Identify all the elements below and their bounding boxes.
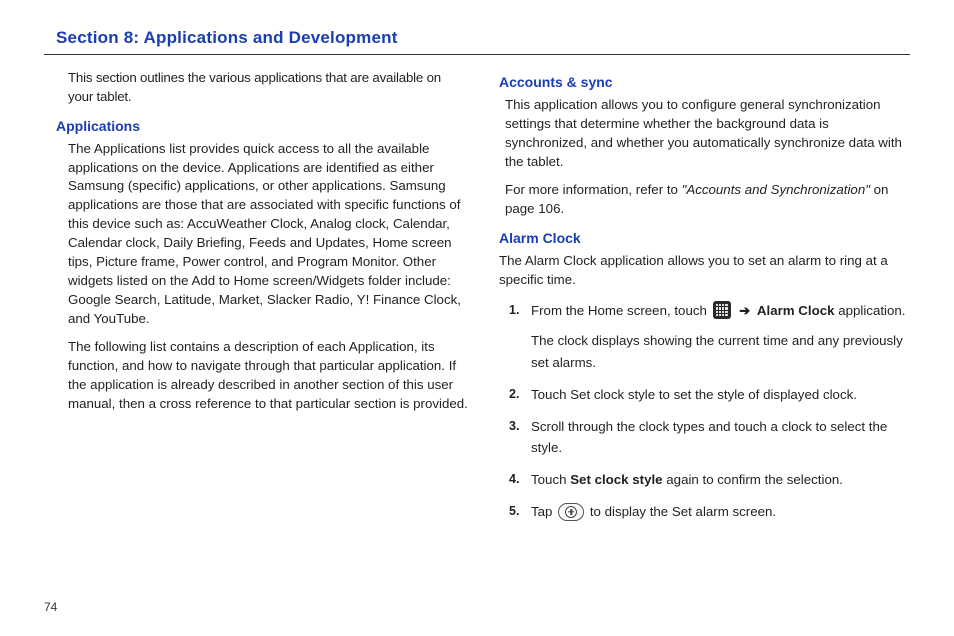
section-intro: This section outlines the various applic… xyxy=(68,69,469,107)
title-rule xyxy=(44,54,910,55)
step-1-text-b: application. xyxy=(838,303,905,318)
heading-applications: Applications xyxy=(56,117,469,137)
crossref-title: "Accounts and Synchronization" xyxy=(682,182,870,197)
right-column: Accounts & sync This application allows … xyxy=(505,69,910,533)
step-number: 4. xyxy=(509,469,519,490)
alarm-steps-list: 1. From the Home screen, touch ➔ Alarm C… xyxy=(505,300,906,524)
step-1-note: The clock displays showing the current t… xyxy=(531,330,906,374)
step-number: 5. xyxy=(509,501,519,522)
heading-alarm-clock: Alarm Clock xyxy=(499,229,906,249)
applications-para-1: The Applications list provides quick acc… xyxy=(68,140,469,329)
alarm-step-5: 5. Tap to display the Set alarm screen. xyxy=(531,501,906,523)
applications-para-2: The following list contains a descriptio… xyxy=(68,338,469,414)
step-5-text-a: Tap xyxy=(531,504,556,519)
step-4-text-a: Touch xyxy=(531,472,570,487)
step-3-text: Scroll through the clock types and touch… xyxy=(531,419,887,456)
alarm-intro: The Alarm Clock application allows you t… xyxy=(499,252,906,290)
page-title: Section 8: Applications and Development xyxy=(56,28,910,48)
step-1-text-a: From the Home screen, touch xyxy=(531,303,711,318)
add-alarm-icon xyxy=(558,503,584,521)
accounts-crossref: For more information, refer to "Accounts… xyxy=(505,181,906,219)
accounts-para-1: This application allows you to configure… xyxy=(505,96,906,172)
step-4-bold: Set clock style xyxy=(570,472,662,487)
step-number: 3. xyxy=(509,416,519,437)
alarm-step-2: 2. Touch Set clock style to set the styl… xyxy=(531,384,906,406)
step-1-bold: Alarm Clock xyxy=(757,303,835,318)
step-5-text-b: to display the Set alarm screen. xyxy=(590,504,776,519)
content-columns: This section outlines the various applic… xyxy=(44,69,910,533)
apps-grid-icon xyxy=(713,301,731,319)
alarm-step-4: 4. Touch Set clock style again to confir… xyxy=(531,469,906,491)
alarm-step-3: 3. Scroll through the clock types and to… xyxy=(531,416,906,460)
arrow-icon: ➔ xyxy=(739,300,750,321)
page-number: 74 xyxy=(44,600,57,614)
left-column: This section outlines the various applic… xyxy=(44,69,469,533)
heading-accounts-sync: Accounts & sync xyxy=(499,73,906,93)
step-2-text: Touch Set clock style to set the style o… xyxy=(531,387,857,402)
alarm-step-1: 1. From the Home screen, touch ➔ Alarm C… xyxy=(531,300,906,374)
step-4-text-b: again to confirm the selection. xyxy=(663,472,843,487)
step-number: 1. xyxy=(509,300,519,321)
crossref-lead: For more information, refer to xyxy=(505,182,682,197)
step-number: 2. xyxy=(509,384,519,405)
